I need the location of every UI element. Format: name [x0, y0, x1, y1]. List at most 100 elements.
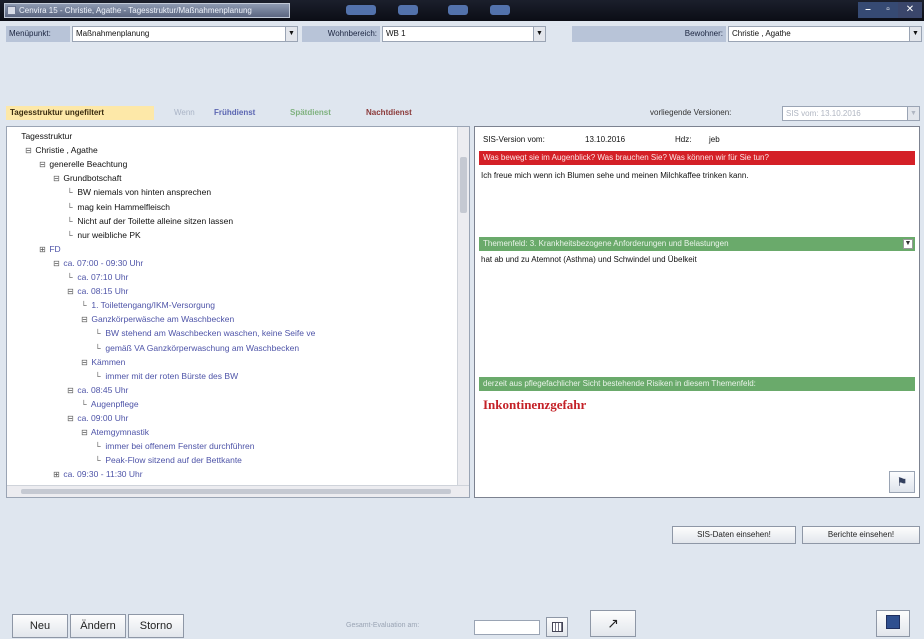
save-button[interactable] [876, 610, 910, 637]
expand-toggle-icon[interactable]: ⊞ [39, 243, 47, 257]
tree-node-label: ca. 08:15 Uhr [75, 286, 129, 297]
tree-horizontal-scrollbar[interactable] [7, 485, 469, 497]
tree-node-label: nur weibliche PK [75, 229, 141, 240]
tree-node[interactable]: └ mag kein Hammelfleisch [67, 200, 170, 214]
maximize-icon[interactable]: ▫ [878, 2, 898, 18]
taskbar-icon[interactable] [398, 5, 418, 15]
tree-node[interactable]: └ Nicht auf der Toilette alleine sitzen … [67, 214, 233, 228]
filter-fruehdienst[interactable]: Frühdienst [214, 106, 255, 120]
menupunkt-select[interactable]: Maßnahmenplanung ▼ [72, 26, 298, 42]
scroll-thumb[interactable] [460, 157, 467, 213]
tree-connector: └ [95, 456, 101, 466]
flag-button[interactable]: ⚑ [889, 471, 915, 493]
filter-unfiltered[interactable]: Tagesstruktur ungefiltert [6, 106, 154, 120]
tree-vertical-scrollbar[interactable] [457, 127, 469, 487]
tree-node[interactable]: ⊞ ca. 09:30 - 11:30 Uhr [53, 467, 143, 481]
tree-node[interactable]: ⊟ Atemgymnastik [81, 425, 149, 439]
tree-node[interactable]: └ Augenpflege [81, 397, 139, 411]
expand-toggle-icon[interactable]: ⊟ [81, 356, 89, 370]
wohnbereich-select[interactable]: WB 1 ▼ [382, 26, 546, 42]
tree-node[interactable]: ⊟ Kämmen [81, 355, 125, 369]
window-title: Cenvira 15 - Christie, Agathe - Tagesstr… [19, 6, 252, 15]
tree-node[interactable]: ⊟ ca. 09:00 Uhr [67, 411, 128, 425]
tree-node-label: ca. 07:00 - 09:30 Uhr [61, 257, 144, 268]
tree-node[interactable]: └ immer bei offenem Fenster durchführen [95, 439, 255, 453]
expand-toggle-icon[interactable]: ⊟ [25, 144, 33, 158]
chevron-down-icon[interactable]: ▼ [285, 27, 297, 41]
tree-node-label: ca. 09:00 Uhr [75, 413, 129, 423]
tree-connector: └ [95, 442, 101, 452]
expand-toggle-icon[interactable]: ⊟ [67, 412, 75, 426]
chevron-down-icon[interactable]: ▼ [907, 107, 919, 120]
chevron-down-icon[interactable]: ▼ [903, 239, 913, 249]
taskbar-icon[interactable] [490, 5, 510, 15]
expand-toggle-icon[interactable]: ⊟ [67, 285, 75, 299]
tree-node-label: Christie , Agathe [33, 145, 98, 156]
tree-node[interactable]: ⊟ ca. 07:00 - 09:30 Uhr [53, 256, 143, 270]
calendar-icon [551, 622, 563, 632]
expand-toggle-icon[interactable]: ⊟ [81, 313, 89, 327]
expand-toggle-icon[interactable]: ⊞ [53, 468, 61, 482]
tree-node[interactable]: ⊟ Christie , Agathe [25, 143, 98, 157]
tree-node[interactable]: └ immer mit der roten Bürste des BW [95, 369, 238, 383]
tree-connector: └ [81, 399, 87, 409]
filter-wenn[interactable]: Wenn [174, 106, 195, 120]
versions-label: vorliegende Versionen: [650, 108, 732, 117]
arrow-up-right-icon: ↗ [607, 615, 619, 631]
tree-node[interactable]: └ BW niemals von hinten ansprechen [67, 185, 211, 199]
hdz-label: Hdz: [675, 135, 692, 144]
tree-node[interactable]: └ Peak-Flow sitzend auf der Bettkante [95, 453, 242, 467]
tree-node-label: FD [47, 243, 61, 254]
arrow-button[interactable]: ↗ [590, 610, 636, 637]
versions-select[interactable]: SIS vom: 13.10.2016 ▼ [782, 106, 920, 121]
sis-daten-button[interactable]: SIS-Daten einsehen! [672, 526, 796, 544]
tagesstruktur-tree[interactable]: Tagesstruktur ⊟ Christie , Agathe ⊟ genere… [6, 126, 470, 498]
tree-node-label: generelle Beachtung [47, 159, 128, 170]
tree-node-label: Kämmen [89, 356, 126, 367]
themenfeld-bar[interactable]: Themenfeld: 3. Krankheitsbezogene Anford… [479, 237, 915, 251]
tree-node-label: Ganzkörperwäsche am Waschbecken [89, 314, 235, 325]
expand-toggle-icon[interactable]: ⊟ [81, 426, 89, 440]
tree-node[interactable]: └ BW stehend am Waschbecken waschen, kei… [95, 326, 315, 340]
chevron-down-icon[interactable]: ▼ [533, 27, 545, 41]
expand-toggle-icon[interactable]: ⊟ [67, 384, 75, 398]
expand-toggle-icon[interactable]: ⊟ [39, 158, 47, 172]
neu-button[interactable]: Neu [12, 614, 68, 638]
tree-node[interactable]: ⊟ ca. 08:45 Uhr [67, 383, 128, 397]
tree-node[interactable]: └ nur weibliche PK [67, 228, 141, 242]
minimize-icon[interactable]: – [858, 2, 878, 18]
chevron-down-icon[interactable]: ▼ [909, 27, 921, 41]
bewohner-select[interactable]: Christie , Agathe ▼ [728, 26, 922, 42]
tree-node[interactable]: ⊟ Ganzkörperwäsche am Waschbecken [81, 312, 234, 326]
filter-nachtdienst[interactable]: Nachtdienst [366, 106, 412, 120]
wohnbereich-value: WB 1 [386, 29, 406, 38]
calendar-button[interactable] [546, 617, 568, 637]
filter-spaetdienst[interactable]: Spätdienst [290, 106, 331, 120]
taskbar-icon[interactable] [346, 5, 376, 15]
sis-version-label: SIS-Version vom: [483, 135, 545, 144]
tree-node[interactable]: Tagesstruktur [11, 129, 72, 143]
gesamt-eval-date-input[interactable] [474, 620, 540, 635]
tree-node[interactable]: └ 1. Toilettengang/IKM-Versorgung [81, 298, 215, 312]
tree-node[interactable]: ⊞ FD [39, 242, 61, 256]
tree-node[interactable]: └ ca. 07:10 Uhr [67, 270, 128, 284]
tree-node[interactable]: └ gemäß VA Ganzkörperwaschung am Waschbe… [95, 341, 299, 355]
tree-node[interactable]: ⊟ Grundbotschaft [53, 171, 121, 185]
tree-node-label: Peak-Flow sitzend auf der Bettkante [103, 455, 242, 466]
close-icon[interactable]: ✕ [898, 2, 922, 18]
window-tab[interactable]: Cenvira 15 - Christie, Agathe - Tagesstr… [4, 3, 290, 18]
expand-toggle-icon[interactable]: ⊟ [53, 257, 61, 271]
berichte-button[interactable]: Berichte einsehen! [802, 526, 920, 544]
tree-node[interactable]: ⊟ generelle Beachtung [39, 157, 127, 171]
tree-node[interactable]: ⊟ ca. 08:15 Uhr [67, 284, 128, 298]
storno-button[interactable]: Storno [128, 614, 184, 638]
tree-node-label: BW stehend am Waschbecken waschen, keine… [103, 328, 316, 339]
scroll-thumb[interactable] [21, 489, 451, 494]
expand-toggle-icon[interactable]: ⊟ [53, 172, 61, 186]
app-icon [7, 6, 16, 15]
tree-node-label: immer mit der roten Bürste des BW [103, 370, 239, 381]
taskbar-icon[interactable] [448, 5, 468, 15]
sis-detail-panel: SIS-Version vom: 13.10.2016 Hdz: jeb Was… [474, 126, 920, 498]
tree-node-label: mag kein Hammelfleisch [75, 201, 170, 212]
aendern-button[interactable]: Ändern [70, 614, 126, 638]
